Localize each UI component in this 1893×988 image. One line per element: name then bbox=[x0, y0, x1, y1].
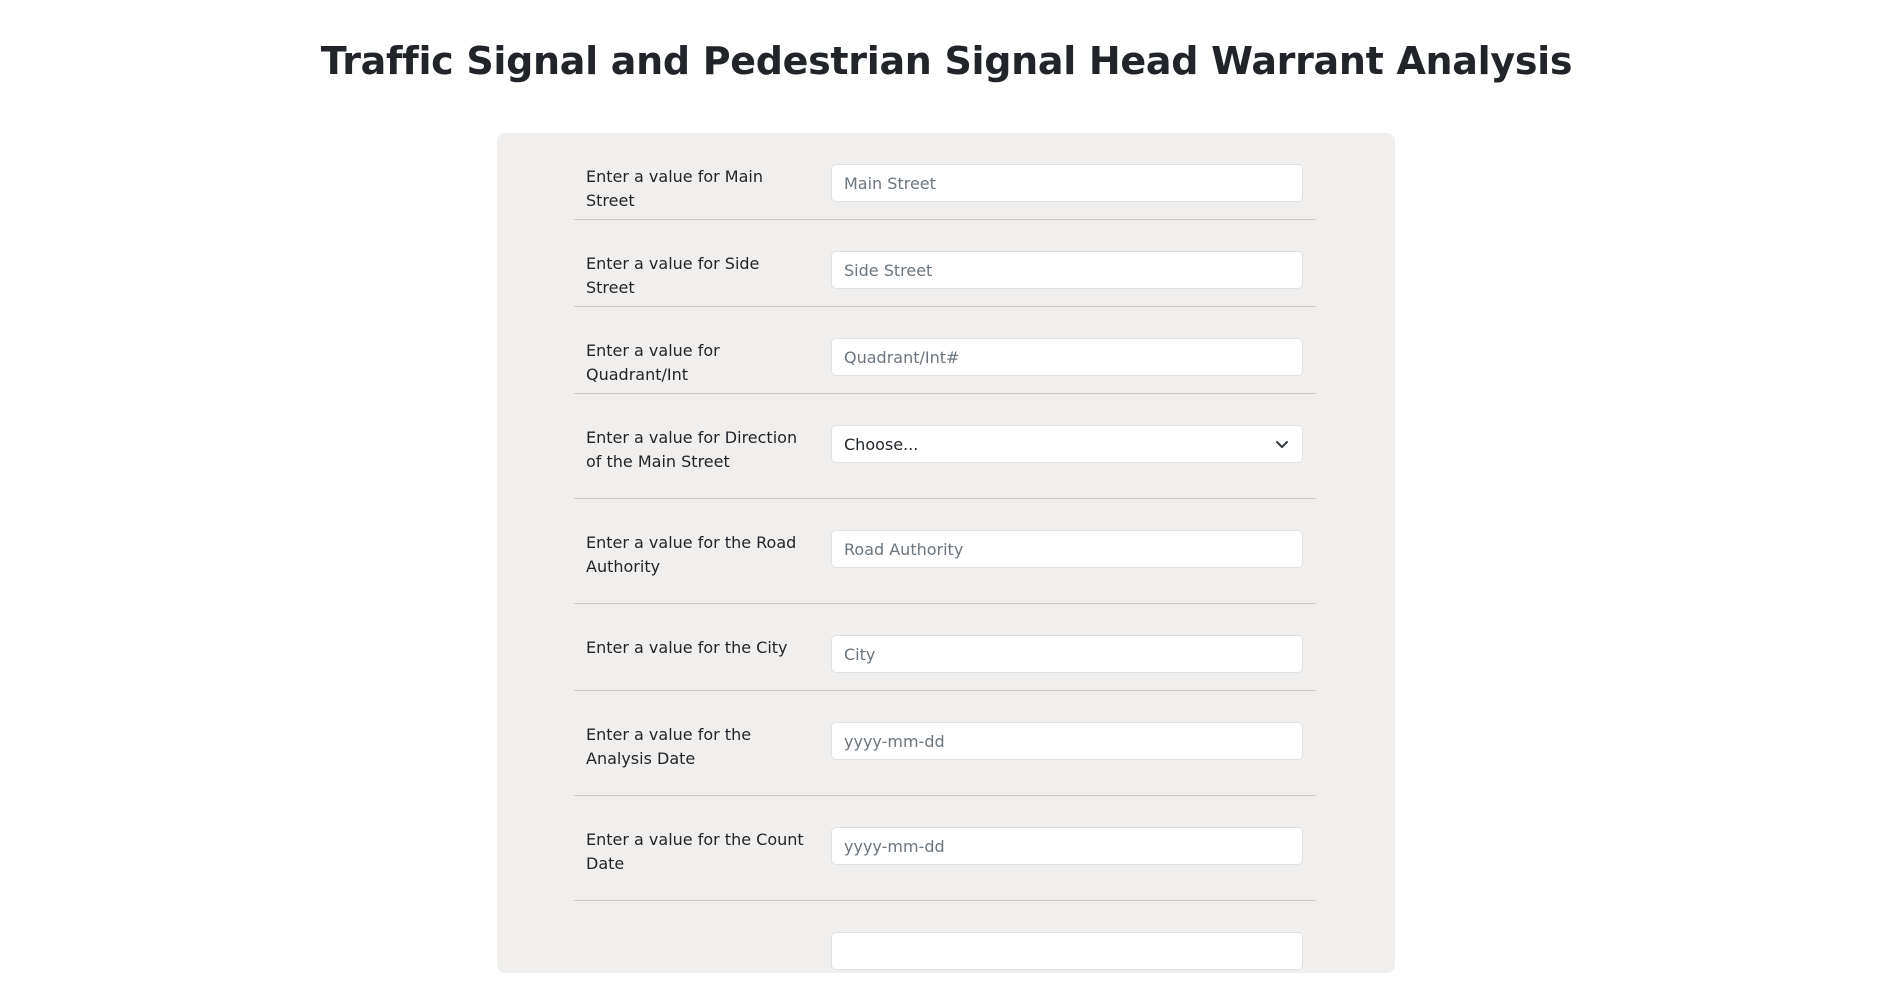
road-authority-input[interactable] bbox=[831, 530, 1303, 568]
city-label: Enter a value for the City bbox=[586, 638, 788, 657]
form-row-direction: Enter a value for Direction of the Main … bbox=[574, 394, 1316, 499]
city-input[interactable] bbox=[831, 635, 1303, 673]
road-authority-label: Enter a value for the Road Authority bbox=[586, 533, 797, 576]
form-row-city: Enter a value for the City bbox=[574, 604, 1316, 691]
form-panel: Enter a value for Main Street Enter a va… bbox=[497, 133, 1395, 973]
page-title: Traffic Signal and Pedestrian Signal Hea… bbox=[320, 39, 1573, 83]
main-street-input[interactable] bbox=[831, 164, 1303, 202]
form-row-next bbox=[574, 901, 1316, 988]
form-row-side-street: Enter a value for Side Street bbox=[574, 220, 1316, 307]
side-street-label: Enter a value for Side Street bbox=[586, 254, 760, 297]
quadrant-input[interactable] bbox=[831, 338, 1303, 376]
form-row-quadrant: Enter a value for Quadrant/Int bbox=[574, 307, 1316, 394]
form-list: Enter a value for Main Street Enter a va… bbox=[574, 133, 1316, 988]
form-row-road-authority: Enter a value for the Road Authority bbox=[574, 499, 1316, 604]
count-date-label: Enter a value for the Count Date bbox=[586, 830, 804, 873]
chevron-down-icon bbox=[1274, 436, 1290, 452]
direction-label: Enter a value for Direction of the Main … bbox=[586, 428, 798, 471]
form-row-main-street: Enter a value for Main Street bbox=[574, 133, 1316, 220]
quadrant-label: Enter a value for Quadrant/Int bbox=[586, 341, 720, 384]
direction-select[interactable]: Choose... bbox=[831, 425, 1303, 463]
form-row-analysis-date: Enter a value for the Analysis Date bbox=[574, 691, 1316, 796]
main-street-label: Enter a value for Main Street bbox=[586, 167, 763, 210]
analysis-date-label: Enter a value for the Analysis Date bbox=[586, 725, 752, 768]
side-street-input[interactable] bbox=[831, 251, 1303, 289]
direction-select-value: Choose... bbox=[844, 434, 919, 454]
analysis-date-input[interactable] bbox=[831, 722, 1303, 760]
count-date-input[interactable] bbox=[831, 827, 1303, 865]
form-row-count-date: Enter a value for the Count Date bbox=[574, 796, 1316, 901]
